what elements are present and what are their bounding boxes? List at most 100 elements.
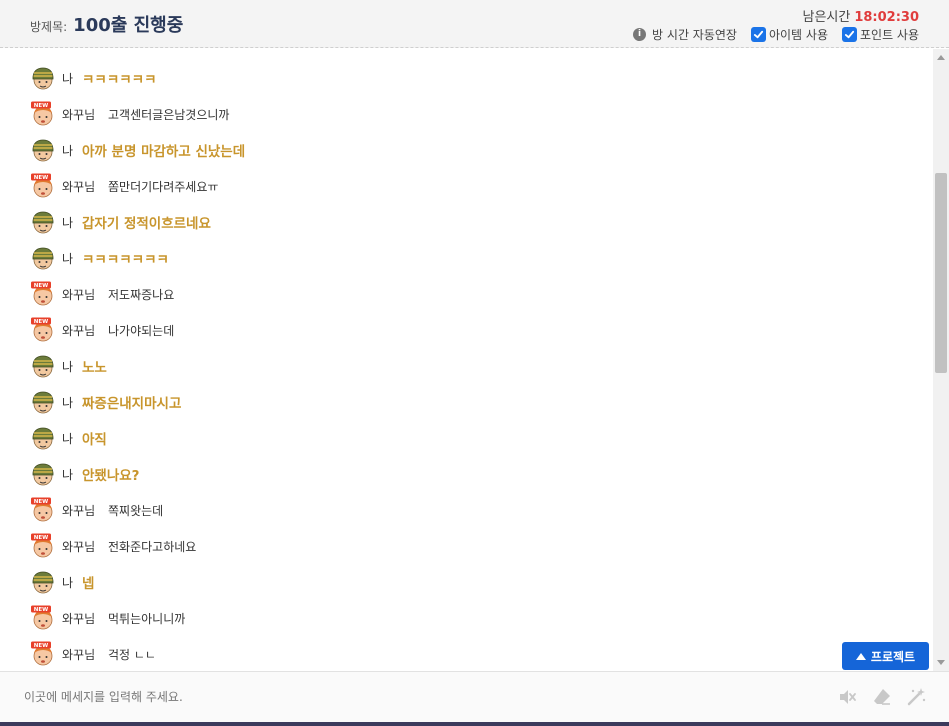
message-text: 나가야되는데 bbox=[108, 323, 175, 338]
user-avatar-icon[interactable]: NEW bbox=[30, 533, 56, 559]
project-button[interactable]: 프로젝트 bbox=[842, 642, 929, 670]
chat-message: 나넵 bbox=[30, 568, 94, 596]
svg-text:NEW: NEW bbox=[34, 607, 48, 613]
chat-header: 방제목: 100출 진행중 남은시간 18:02:30 i 방 시간 자동연장 아… bbox=[0, 0, 949, 48]
chat-message: NEW 와꾸님 쫌만더기다려주세요ㅠ bbox=[30, 172, 218, 200]
svg-text:NEW: NEW bbox=[34, 175, 48, 181]
chat-message: 나 짜증은내지마시고 bbox=[30, 388, 181, 416]
message-sender[interactable]: 나 bbox=[62, 70, 82, 87]
chat-message-list[interactable]: 나 ㅋㅋㅋㅋㅋㅋ NEW 와꾸님 고객센터글은남겻으니까 나 아까 분명 마감하고 신났는데… bbox=[0, 49, 933, 671]
magic-wand-icon[interactable] bbox=[905, 686, 927, 708]
room-title-text: 100출 진행중 bbox=[73, 15, 184, 36]
message-sender[interactable]: 나 bbox=[62, 214, 82, 231]
message-text: ㅋㅋㅋㅋㅋㅋ bbox=[82, 72, 157, 88]
point-use-checkbox[interactable] bbox=[841, 27, 857, 42]
room-options: i 방 시간 자동연장 아이템 사용 포인트 사용 bbox=[633, 26, 919, 43]
project-button-label: 프로젝트 bbox=[870, 649, 916, 664]
auto-extend-label: 방 시간 자동연장 bbox=[652, 28, 737, 42]
remaining-time-value: 18:02:30 bbox=[854, 10, 919, 25]
window-bottom-border bbox=[0, 722, 949, 726]
user-avatar-icon[interactable]: NEW bbox=[30, 641, 56, 667]
message-text: 넵 bbox=[82, 576, 95, 592]
scroll-up-arrow-icon[interactable] bbox=[937, 55, 945, 60]
message-sender[interactable]: 와꾸님 bbox=[62, 286, 108, 303]
chat-scrollbar[interactable] bbox=[933, 49, 949, 671]
chat-message: 나 노노 bbox=[30, 352, 107, 380]
item-use-option[interactable]: 아이템 사용 bbox=[750, 26, 828, 43]
message-sender[interactable]: 나 bbox=[62, 142, 82, 159]
chat-message: 나 아직 bbox=[30, 424, 107, 452]
user-avatar-icon[interactable]: NEW bbox=[30, 173, 56, 199]
message-sender[interactable]: 나 bbox=[62, 394, 82, 411]
message-sender[interactable]: 와꾸님 bbox=[62, 610, 108, 627]
message-text: 짜증은내지마시고 bbox=[82, 396, 182, 412]
item-use-label: 아이템 사용 bbox=[768, 28, 828, 42]
message-sender[interactable]: 와꾸님 bbox=[62, 178, 108, 195]
message-text: 갑자기 정적이흐르네요 bbox=[82, 216, 211, 232]
my-avatar-icon[interactable] bbox=[30, 461, 56, 487]
message-sender[interactable]: 와꾸님 bbox=[62, 502, 108, 519]
room-title: 방제목: 100출 진행중 bbox=[30, 11, 183, 37]
user-avatar-icon[interactable]: NEW bbox=[30, 317, 56, 343]
message-sender[interactable]: 나 bbox=[62, 574, 82, 591]
my-avatar-icon[interactable] bbox=[30, 569, 56, 595]
message-text: 쪽찌왓는데 bbox=[108, 503, 164, 518]
my-avatar-icon[interactable] bbox=[30, 65, 56, 91]
message-text: 저도짜증나요 bbox=[108, 287, 175, 302]
check-icon bbox=[844, 30, 855, 39]
message-input[interactable] bbox=[24, 684, 804, 710]
info-icon[interactable]: i bbox=[633, 28, 647, 41]
my-avatar-icon[interactable] bbox=[30, 245, 56, 271]
message-text: 쫌만더기다려주세요ㅠ bbox=[108, 179, 219, 194]
message-sender[interactable]: 와꾸님 bbox=[62, 646, 108, 663]
svg-text:NEW: NEW bbox=[34, 283, 48, 289]
message-text: 안됐나요? bbox=[82, 468, 140, 484]
message-text: ㅋㅋㅋㅋㅋㅋㅋ bbox=[82, 252, 169, 268]
scrollbar-thumb[interactable] bbox=[935, 173, 947, 373]
message-input-bar bbox=[0, 671, 949, 722]
user-avatar-icon[interactable]: NEW bbox=[30, 101, 56, 127]
svg-text:NEW: NEW bbox=[34, 643, 48, 649]
message-text: 아까 분명 마감하고 신났는데 bbox=[82, 144, 246, 160]
message-text: 고객센터글은남겻으니까 bbox=[108, 107, 230, 122]
remaining-time-label: 남은시간 bbox=[802, 10, 851, 25]
message-sender[interactable]: 나 bbox=[62, 250, 82, 267]
chat-message: NEW 와꾸님 저도짜증나요 bbox=[30, 280, 174, 308]
auto-extend-option[interactable]: i 방 시간 자동연장 bbox=[633, 26, 737, 43]
mute-icon[interactable] bbox=[836, 686, 858, 708]
scroll-down-arrow-icon[interactable] bbox=[937, 660, 945, 665]
my-avatar-icon[interactable] bbox=[30, 425, 56, 451]
svg-text:NEW: NEW bbox=[34, 319, 48, 325]
user-avatar-icon[interactable]: NEW bbox=[30, 281, 56, 307]
my-avatar-icon[interactable] bbox=[30, 353, 56, 379]
message-sender[interactable]: 나 bbox=[62, 466, 82, 483]
point-use-label: 포인트 사용 bbox=[859, 28, 919, 42]
message-sender[interactable]: 와꾸님 bbox=[62, 538, 108, 555]
svg-text:NEW: NEW bbox=[34, 535, 48, 541]
message-sender[interactable]: 와꾸님 bbox=[62, 322, 108, 339]
triangle-up-icon bbox=[855, 652, 866, 660]
user-avatar-icon[interactable]: NEW bbox=[30, 605, 56, 631]
room-title-label: 방제목: bbox=[30, 20, 68, 34]
chat-message: 나 갑자기 정적이흐르네요 bbox=[30, 208, 211, 236]
chat-message: NEW 와꾸님 전화준다고하네요 bbox=[30, 532, 196, 560]
chat-message: 나 안됐나요? bbox=[30, 460, 140, 488]
my-avatar-icon[interactable] bbox=[30, 389, 56, 415]
chat-message: 나 ㅋㅋㅋㅋㅋㅋ bbox=[30, 64, 157, 92]
message-text: 전화준다고하네요 bbox=[108, 539, 197, 554]
point-use-option[interactable]: 포인트 사용 bbox=[841, 26, 919, 43]
chat-message: NEW 와꾸님 쪽찌왓는데 bbox=[30, 496, 163, 524]
my-avatar-icon[interactable] bbox=[30, 137, 56, 163]
item-use-checkbox[interactable] bbox=[750, 27, 766, 42]
user-avatar-icon[interactable]: NEW bbox=[30, 497, 56, 523]
message-sender[interactable]: 나 bbox=[62, 430, 82, 447]
eraser-icon[interactable] bbox=[871, 686, 893, 708]
message-sender[interactable]: 와꾸님 bbox=[62, 106, 108, 123]
svg-text:NEW: NEW bbox=[34, 499, 48, 505]
chat-message: NEW 와꾸님 고객센터글은남겻으니까 bbox=[30, 100, 229, 128]
chat-message: NEW 와꾸님 먹튀는아니니까 bbox=[30, 604, 185, 632]
chat-message: NEW 와꾸님 걱정 ㄴㄴ bbox=[30, 640, 156, 668]
message-sender[interactable]: 나 bbox=[62, 358, 82, 375]
message-text: 먹튀는아니니까 bbox=[108, 611, 186, 626]
my-avatar-icon[interactable] bbox=[30, 209, 56, 235]
